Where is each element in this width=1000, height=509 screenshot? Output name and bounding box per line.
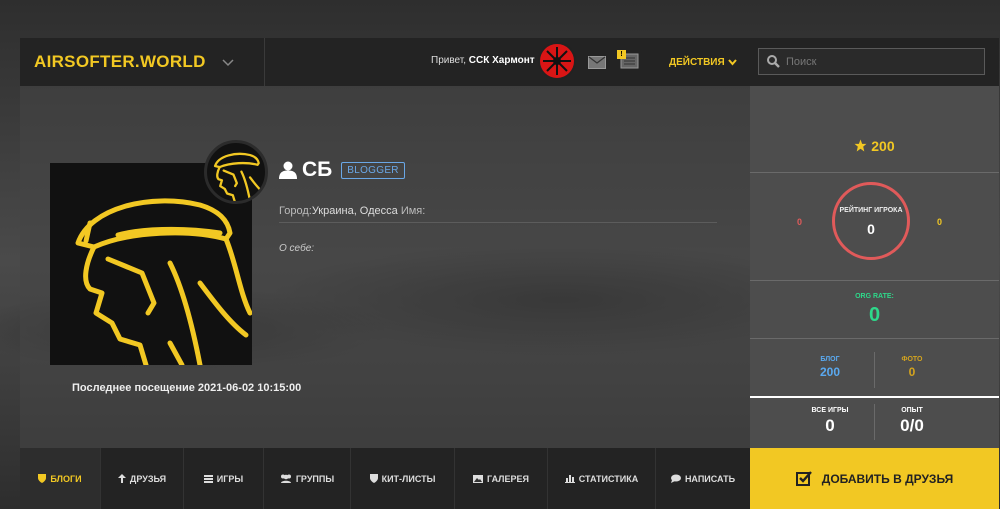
org-rate-label: ORG RATE:: [855, 293, 894, 300]
experience-value: 0/0: [900, 416, 924, 435]
city-info: Город:Украина, Одесса Имя:: [279, 205, 717, 223]
rating-negative: 0: [797, 217, 803, 227]
site-logo[interactable]: AIRSOFTER.WORLD: [34, 52, 206, 72]
about-label: О себе:: [279, 243, 315, 254]
divider: [750, 338, 999, 339]
nav-tab-label: ГАЛЕРЕЯ: [487, 473, 529, 484]
player-rating-label: РЕЙТИНГ ИГРОКА: [839, 207, 903, 214]
actions-label[interactable]: ДЕЙСТВИЯ: [669, 57, 725, 68]
nav-tab-kitlists[interactable]: КИТ-ЛИСТЫ: [351, 448, 455, 509]
rating-positive: 0: [937, 217, 943, 227]
experience-stat: ОПЫТ 0/0: [850, 407, 974, 436]
role-badge: BLOGGER: [341, 161, 405, 179]
star-rating: 200: [750, 138, 999, 154]
notification-badge: !: [617, 50, 626, 59]
nav-tab-label: ИГРЫ: [216, 473, 244, 484]
add-friend-button[interactable]: ДОБАВИТЬ В ДРУЗЬЯ: [750, 448, 999, 509]
nav-tab-label: КИТ-ЛИСТЫ: [381, 473, 436, 484]
divider: [750, 396, 999, 398]
shield-icon: [369, 474, 378, 483]
search-box[interactable]: [758, 48, 985, 75]
greeting: Привет, ССК Хармонт: [431, 55, 535, 66]
nav-tab-groups[interactable]: ГРУППЫ: [264, 448, 351, 509]
nav-tab-write[interactable]: НАПИСАТЬ: [656, 448, 750, 509]
last-visit: Последнее посещение 2021-06-02 10:15:00: [72, 382, 302, 394]
page-container: AIRSOFTER.WORLD Привет, ССК Хармонт ! ДЕ…: [20, 38, 999, 509]
search-icon: [767, 55, 780, 68]
experience-label: ОПЫТ: [901, 407, 923, 414]
nav-tab-gallery[interactable]: ГАЛЕРЕЯ: [455, 448, 548, 509]
user-avatar-emblem: [542, 46, 572, 76]
nav-tab-label: НАПИСАТЬ: [684, 473, 736, 484]
user-avatar[interactable]: [538, 42, 576, 80]
users-icon: [280, 474, 291, 483]
search-input[interactable]: [786, 55, 976, 68]
player-rating-value: 0: [867, 221, 875, 237]
greeting-username[interactable]: ССК Хармонт: [469, 55, 535, 66]
list-icon: [203, 474, 213, 483]
photo-label: ФОТО: [901, 356, 923, 363]
nav-tab-label: ДРУЗЬЯ: [129, 473, 167, 484]
bar-chart-icon: [564, 475, 575, 483]
image-icon: [473, 474, 484, 483]
mail-icon[interactable]: [588, 56, 606, 69]
soldier-thumbnail-image: [213, 152, 265, 201]
profile-avatar-thumbnail[interactable]: [204, 140, 268, 204]
divider: [750, 280, 999, 281]
divider: [750, 172, 999, 173]
logo-block[interactable]: AIRSOFTER.WORLD: [20, 38, 265, 86]
profile-name: СБ: [302, 158, 333, 181]
photo-stat[interactable]: ФОТО 0: [850, 356, 974, 379]
chevron-down-icon: [727, 59, 737, 66]
nav-tab-label: ГРУППЫ: [295, 473, 335, 484]
city-label: Город:: [279, 205, 312, 217]
add-friend-label[interactable]: ДОБАВИТЬ В ДРУЗЬЯ: [822, 472, 953, 486]
shield-icon: [38, 474, 47, 483]
actions-dropdown[interactable]: ДЕЙСТВИЯ: [669, 57, 737, 68]
profile-nav: БЛОГИ ДРУЗЬЯ ИГРЫ ГРУППЫ КИТ-ЛИСТЫ ГАЛЕР…: [20, 448, 750, 509]
star-icon: [854, 139, 867, 152]
nav-tab-friends[interactable]: ДРУЗЬЯ: [101, 448, 184, 509]
user-name-line: СБ BLOGGER: [279, 158, 405, 182]
city-value: Украина, Одесса: [311, 205, 398, 217]
checkbox-icon: [795, 470, 812, 486]
nav-tab-blogs[interactable]: БЛОГИ: [20, 448, 101, 509]
chevron-down-icon[interactable]: [222, 56, 234, 68]
nav-tab-label: СТАТИСТИКА: [578, 473, 639, 484]
stats-panel: 200 РЕЙТИНГ ИГРОКА 0 0 0 ORG RATE: 0 БЛО…: [750, 86, 999, 448]
star-rating-value: 200: [871, 138, 895, 154]
arrow-up-icon: [117, 474, 126, 483]
user-icon: [279, 161, 297, 179]
profile-panel: Последнее посещение 2021-06-02 10:15:00 …: [20, 86, 750, 448]
greeting-prefix: Привет,: [431, 55, 467, 66]
nav-tab-label: БЛОГИ: [50, 473, 82, 484]
nav-tab-games[interactable]: ИГРЫ: [184, 448, 264, 509]
comment-icon: [670, 474, 681, 483]
photo-value: 0: [908, 365, 916, 379]
org-rate-value: 0: [868, 304, 881, 326]
name-label: Имя:: [397, 205, 426, 217]
nav-tab-statistics[interactable]: СТАТИСТИКА: [548, 448, 656, 509]
